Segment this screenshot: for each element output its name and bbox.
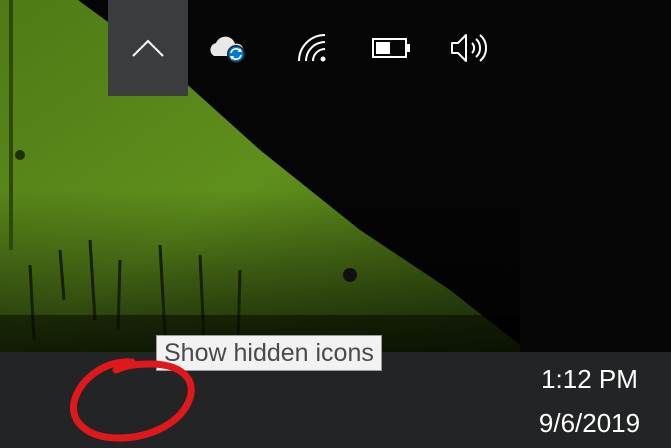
wifi-icon [295,31,329,65]
battery-icon [372,37,412,59]
show-hidden-icons-button[interactable] [108,0,188,96]
battery-tray-button[interactable] [360,0,424,96]
clock-time: 1:12 PM [541,364,638,394]
speaker-icon [448,31,492,65]
onedrive-tray-button[interactable] [196,0,260,96]
onedrive-cloud-sync-icon [206,32,250,64]
show-hidden-icons-tooltip: Show hidden icons [156,335,382,371]
chevron-up-icon [131,38,165,58]
clock-date: 9/6/2019 [538,408,641,438]
volume-tray-button[interactable] [438,0,502,96]
clock-button[interactable]: 1:12 PM 9/6/2019 [508,352,671,448]
network-tray-button[interactable] [280,0,344,96]
